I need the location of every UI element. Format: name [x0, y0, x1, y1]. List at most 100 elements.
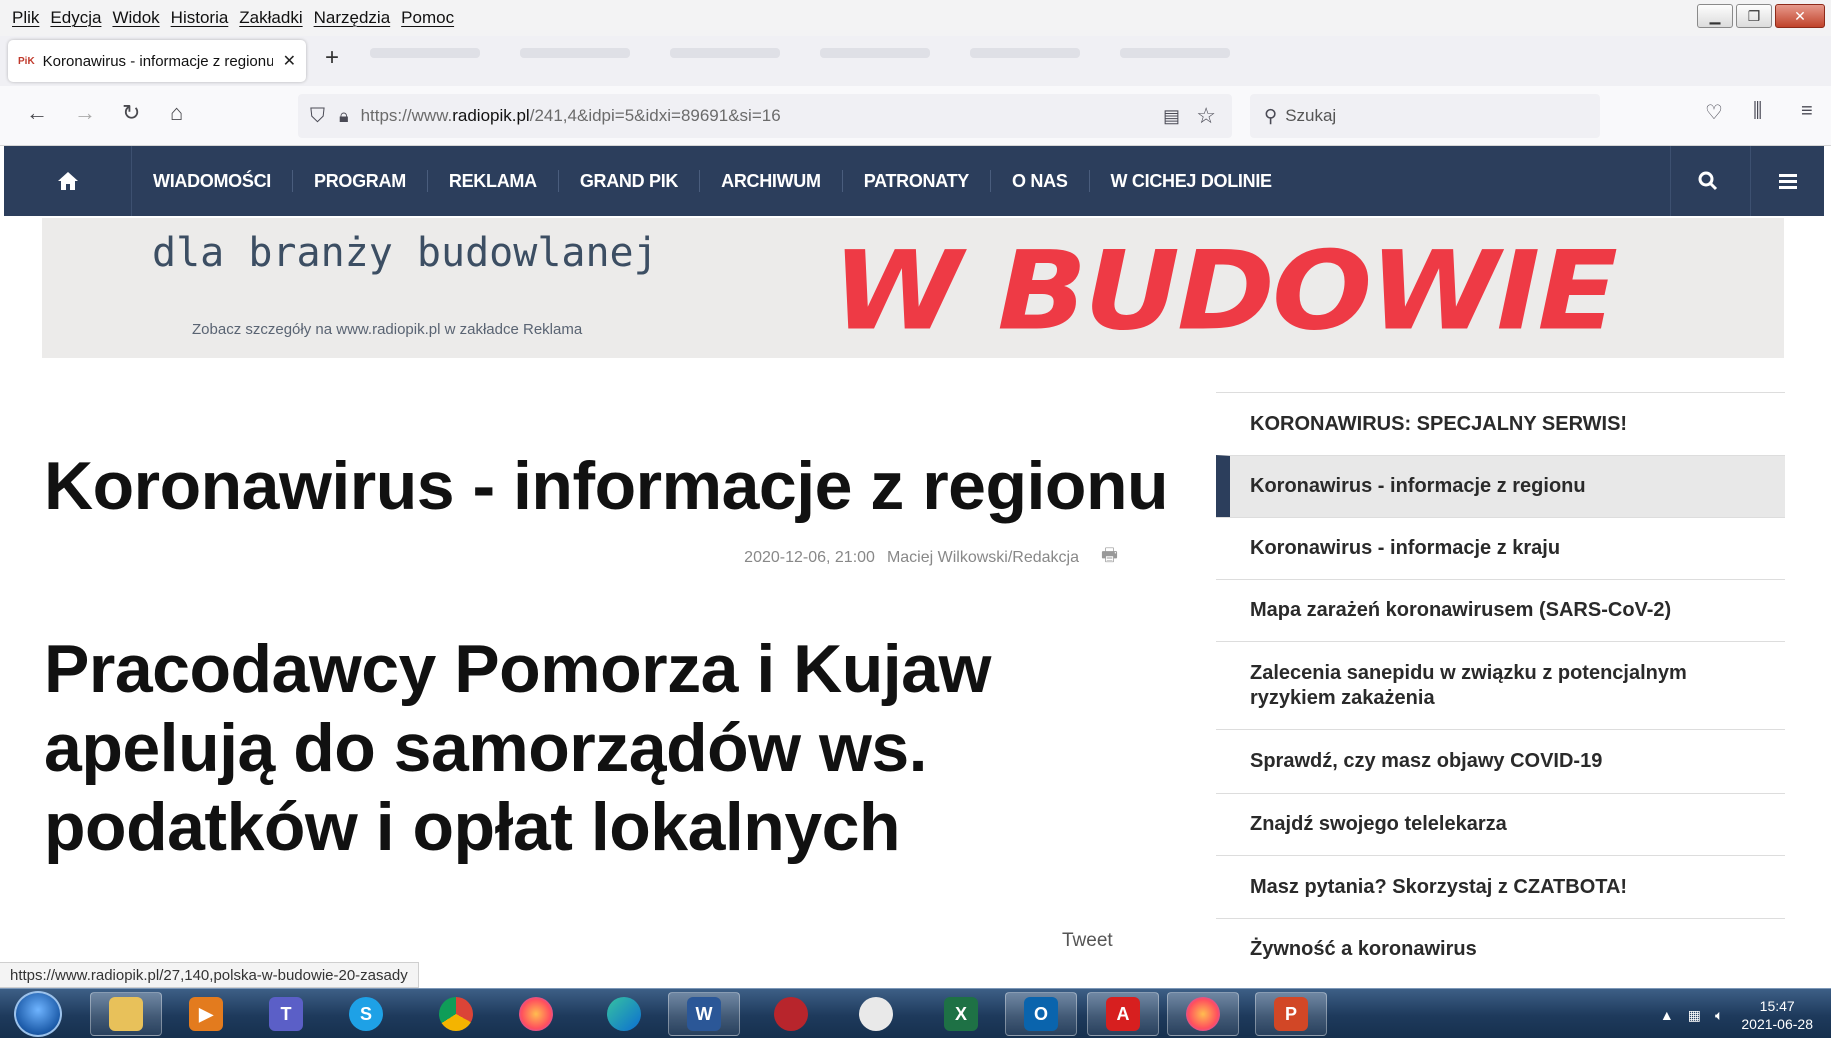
navigation-toolbar: ← → ↻ ⌂ ⛉ 🔒︎ https://www.radiopik.pl/241…: [0, 86, 1831, 146]
search-bar[interactable]: ⚲ Szukaj: [1250, 94, 1600, 138]
banner-line2: Zobacz szczegóły na www.radiopik.pl w za…: [192, 321, 583, 338]
site-menu-button[interactable]: [1750, 146, 1824, 216]
nav-w-cichej-dolinie[interactable]: W CICHEJ DOLINIE: [1090, 170, 1293, 192]
menu-widok[interactable]: Widok: [112, 8, 159, 28]
pocket-icon[interactable]: ♡: [1705, 100, 1723, 125]
sidebar-item-objawy[interactable]: Sprawdź, czy masz objawy COVID-19: [1216, 729, 1785, 793]
taskbar-acrobat[interactable]: A: [1087, 992, 1159, 1036]
folder-icon: [109, 997, 143, 1031]
section-title: Koronawirus - informacje z regionu: [44, 448, 1169, 524]
url-text[interactable]: https://www.radiopik.pl/241,4&idpi=5&idx…: [361, 106, 781, 126]
site-navigation: WIADOMOŚCI PROGRAM REKLAMA GRAND PIK ARC…: [4, 146, 1824, 216]
taskbar-firefox-active[interactable]: [1167, 992, 1239, 1036]
print-icon[interactable]: 🖶︎: [1101, 543, 1118, 573]
sidebar-item-mapa[interactable]: Mapa zarażeń koronawirusem (SARS-CoV-2): [1216, 579, 1785, 641]
bookmark-star-icon[interactable]: ☆: [1196, 103, 1216, 129]
site-search-button[interactable]: [1670, 146, 1744, 216]
banner-ad[interactable]: dla branży budowlanej Zobacz szczegóły n…: [42, 218, 1784, 358]
address-bar[interactable]: ⛉ 🔒︎ https://www.radiopik.pl/241,4&idpi=…: [298, 94, 1232, 138]
menu-plik[interactable]: Plik: [12, 8, 39, 28]
taskbar-explorer[interactable]: [90, 992, 162, 1036]
menu-narzedzia[interactable]: Narzędzia: [314, 8, 391, 28]
forward-arrow-icon[interactable]: →: [74, 100, 96, 126]
site-home-button[interactable]: [4, 146, 132, 216]
sidebar-item-kraj[interactable]: Koronawirus - informacje z kraju: [1216, 517, 1785, 579]
sidebar-item-region[interactable]: Koronawirus - informacje z regionu: [1216, 455, 1785, 517]
search-placeholder: Szukaj: [1285, 106, 1337, 125]
acrobat-icon: A: [1106, 997, 1140, 1031]
nav-reklama[interactable]: REKLAMA: [428, 170, 559, 192]
home-icon[interactable]: ⌂: [170, 100, 183, 126]
tab-koronawirus[interactable]: PiK Koronawirus - informacje z regionu ✕: [8, 40, 306, 82]
radiopik-favicon-icon: PiK: [18, 55, 35, 67]
clock-date: 2021-06-28: [1741, 1016, 1813, 1032]
hamburger-menu-icon[interactable]: ≡: [1801, 100, 1813, 123]
search-icon: ⚲: [1264, 105, 1278, 126]
panda-icon: [859, 997, 893, 1031]
menu-pomoc[interactable]: Pomoc: [401, 8, 454, 28]
start-button-icon[interactable]: [14, 991, 62, 1037]
powerpoint-icon: P: [1274, 997, 1308, 1031]
tab-bar: PiK Koronawirus - informacje z regionu ✕…: [0, 36, 1831, 86]
sidebar-item-telelekarz[interactable]: Znajdź swojego telelekarza: [1216, 793, 1785, 855]
banner-headline: W BUDOWIE 2.0: [832, 227, 1618, 355]
nav-wiadomosci[interactable]: WIADOMOŚCI: [132, 170, 293, 192]
excel-icon: X: [944, 997, 978, 1031]
volume-icon[interactable]: 🔈︎: [1715, 1007, 1723, 1024]
window-controls: ▁ ❐ ✕: [1697, 4, 1825, 28]
media-player-icon: ▶: [189, 997, 223, 1031]
menu-bar: Plik Edycja Widok Historia Zakładki Narz…: [0, 0, 1831, 36]
reload-icon[interactable]: ↻: [122, 100, 140, 126]
taskbar-skype[interactable]: S: [330, 992, 402, 1036]
menu-historia[interactable]: Historia: [171, 8, 229, 28]
taskbar-firefox[interactable]: [500, 992, 572, 1036]
taskbar-game[interactable]: [755, 992, 827, 1036]
close-window-button[interactable]: ✕: [1775, 4, 1825, 28]
tray-expand-icon[interactable]: ▲: [1660, 1007, 1674, 1023]
nav-patronaty[interactable]: PATRONATY: [843, 170, 992, 192]
firefox-icon: [1186, 997, 1220, 1031]
maximize-button[interactable]: ❐: [1736, 4, 1772, 28]
back-arrow-icon[interactable]: ←: [26, 100, 48, 126]
library-icon[interactable]: ⫼: [1753, 100, 1762, 123]
lock-icon[interactable]: 🔒︎: [339, 106, 349, 127]
banner-line1: dla branży budowlanej: [152, 230, 658, 276]
tweet-button[interactable]: Tweet: [1062, 930, 1113, 952]
taskbar-panda[interactable]: [840, 992, 912, 1036]
article-date: 2020-12-06, 21:00: [744, 549, 875, 566]
firefox-icon: [519, 997, 553, 1031]
new-tab-button[interactable]: +: [325, 44, 339, 72]
clock-time: 15:47: [1759, 998, 1795, 1014]
nav-o-nas[interactable]: O NAS: [991, 170, 1090, 192]
taskbar-teams[interactable]: T: [250, 992, 322, 1036]
minimize-button[interactable]: ▁: [1697, 4, 1733, 28]
edge-icon: [607, 997, 641, 1031]
sidebar-item-czatbot[interactable]: Masz pytania? Skorzystaj z CZATBOTA!: [1216, 855, 1785, 918]
menu-zakladki[interactable]: Zakładki: [239, 8, 302, 28]
magnifier-icon: [1698, 171, 1717, 191]
taskbar-edge[interactable]: [588, 992, 660, 1036]
tab-close-icon[interactable]: ✕: [283, 51, 296, 71]
nav-program[interactable]: PROGRAM: [293, 170, 428, 192]
taskbar-media[interactable]: ▶: [170, 992, 242, 1036]
taskbar-powerpoint[interactable]: P: [1255, 992, 1327, 1036]
sidebar-item-zywnosc[interactable]: Żywność a koronawirus: [1216, 918, 1785, 980]
menu-edycja[interactable]: Edycja: [50, 8, 101, 28]
house-icon: [57, 172, 78, 190]
taskbar-excel[interactable]: X: [925, 992, 997, 1036]
chrome-icon: [439, 997, 473, 1031]
tracking-shield-icon[interactable]: ⛉: [310, 105, 325, 128]
nav-archiwum[interactable]: ARCHIWUM: [700, 170, 843, 192]
taskbar-outlook[interactable]: O: [1005, 992, 1077, 1036]
outlook-icon: O: [1024, 997, 1058, 1031]
clock[interactable]: 15:47 2021-06-28: [1741, 997, 1813, 1033]
reader-view-icon[interactable]: ▤: [1163, 106, 1180, 127]
skype-icon: S: [349, 997, 383, 1031]
taskbar-word[interactable]: W: [668, 992, 740, 1036]
sidebar-item-zalecenia[interactable]: Zalecenia sanepidu w związku z potencjal…: [1216, 641, 1785, 729]
nav-grand-pik[interactable]: GRAND PIK: [559, 170, 701, 192]
taskbar-chrome[interactable]: [420, 992, 492, 1036]
article-headline: Pracodawcy Pomorza i Kujaw apelują do sa…: [44, 631, 991, 865]
network-icon[interactable]: ▦: [1688, 1007, 1701, 1024]
sidebar-header[interactable]: KORONAWIRUS: SPECJALNY SERWIS!: [1216, 393, 1785, 455]
